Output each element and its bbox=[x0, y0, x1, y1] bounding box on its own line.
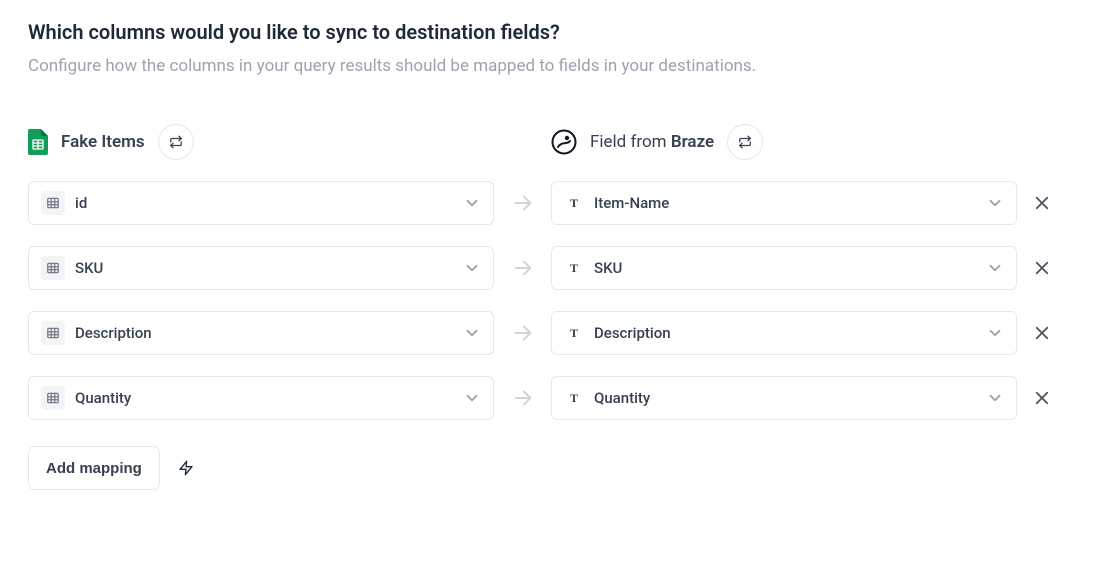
arrow-right-icon bbox=[494, 257, 551, 279]
close-icon bbox=[1033, 194, 1051, 212]
chevron-down-icon bbox=[463, 324, 481, 342]
text-type-icon: T bbox=[564, 326, 584, 341]
google-sheets-icon bbox=[28, 129, 48, 155]
add-mapping-button[interactable]: Add mapping bbox=[28, 446, 160, 490]
destination-label: Field from Braze bbox=[590, 132, 714, 152]
source-field-select[interactable]: id bbox=[28, 181, 494, 225]
destination-field-select[interactable]: T Item-Name bbox=[551, 181, 1017, 225]
page-subtitle: Configure how the columns in your query … bbox=[28, 56, 1092, 76]
mapping-row: SKU T SKU bbox=[28, 246, 1092, 290]
source-sync-button[interactable] bbox=[158, 124, 194, 160]
braze-icon bbox=[551, 129, 577, 155]
mapping-row: Quantity T Quantity bbox=[28, 376, 1092, 420]
chevron-down-icon bbox=[986, 389, 1004, 407]
arrow-right-icon bbox=[494, 322, 551, 344]
mapping-header-row: Fake Items bbox=[28, 124, 1092, 160]
text-type-icon: T bbox=[564, 391, 584, 406]
column-icon bbox=[41, 256, 65, 280]
destination-field-label: SKU bbox=[594, 259, 976, 277]
footer-row: Add mapping bbox=[28, 446, 1092, 490]
chevron-down-icon bbox=[463, 389, 481, 407]
column-icon bbox=[41, 386, 65, 410]
chevron-down-icon bbox=[986, 194, 1004, 212]
source-field-label: Quantity bbox=[75, 389, 453, 407]
source-field-label: id bbox=[75, 194, 453, 212]
mapping-container: Fake Items bbox=[28, 124, 1092, 490]
arrow-right-icon bbox=[494, 387, 551, 409]
remove-mapping-button[interactable] bbox=[1028, 384, 1056, 412]
mapping-row: id T Item-Name bbox=[28, 181, 1092, 225]
close-icon bbox=[1033, 324, 1051, 342]
source-field-select[interactable]: SKU bbox=[28, 246, 494, 290]
chevron-down-icon bbox=[463, 194, 481, 212]
close-icon bbox=[1033, 389, 1051, 407]
destination-name: Braze bbox=[671, 132, 714, 152]
source-name: Fake Items bbox=[61, 132, 145, 152]
destination-sync-button[interactable] bbox=[727, 124, 763, 160]
sync-icon bbox=[169, 135, 183, 149]
destination-field-label: Item-Name bbox=[594, 194, 976, 212]
destination-header: Field from Braze bbox=[551, 124, 1017, 160]
arrow-right-icon bbox=[494, 192, 551, 214]
source-field-select[interactable]: Description bbox=[28, 311, 494, 355]
destination-field-label: Description bbox=[594, 324, 976, 342]
destination-field-select[interactable]: T SKU bbox=[551, 246, 1017, 290]
close-icon bbox=[1033, 259, 1051, 277]
source-field-label: Description bbox=[75, 324, 453, 342]
remove-mapping-button[interactable] bbox=[1028, 319, 1056, 347]
chevron-down-icon bbox=[463, 259, 481, 277]
mapping-row: Description T Description bbox=[28, 311, 1092, 355]
sync-icon bbox=[738, 135, 752, 149]
destination-prefix: Field from bbox=[590, 132, 671, 152]
remove-mapping-button[interactable] bbox=[1028, 189, 1056, 217]
chevron-down-icon bbox=[986, 324, 1004, 342]
destination-field-select[interactable]: T Description bbox=[551, 311, 1017, 355]
lightning-icon[interactable] bbox=[178, 458, 194, 478]
source-field-select[interactable]: Quantity bbox=[28, 376, 494, 420]
column-icon bbox=[41, 191, 65, 215]
chevron-down-icon bbox=[986, 259, 1004, 277]
page-title: Which columns would you like to sync to … bbox=[28, 20, 1092, 44]
text-type-icon: T bbox=[564, 196, 584, 211]
remove-mapping-button[interactable] bbox=[1028, 254, 1056, 282]
source-field-label: SKU bbox=[75, 259, 453, 277]
text-type-icon: T bbox=[564, 261, 584, 276]
column-icon bbox=[41, 321, 65, 345]
source-header: Fake Items bbox=[28, 124, 494, 160]
destination-field-select[interactable]: T Quantity bbox=[551, 376, 1017, 420]
destination-field-label: Quantity bbox=[594, 389, 976, 407]
